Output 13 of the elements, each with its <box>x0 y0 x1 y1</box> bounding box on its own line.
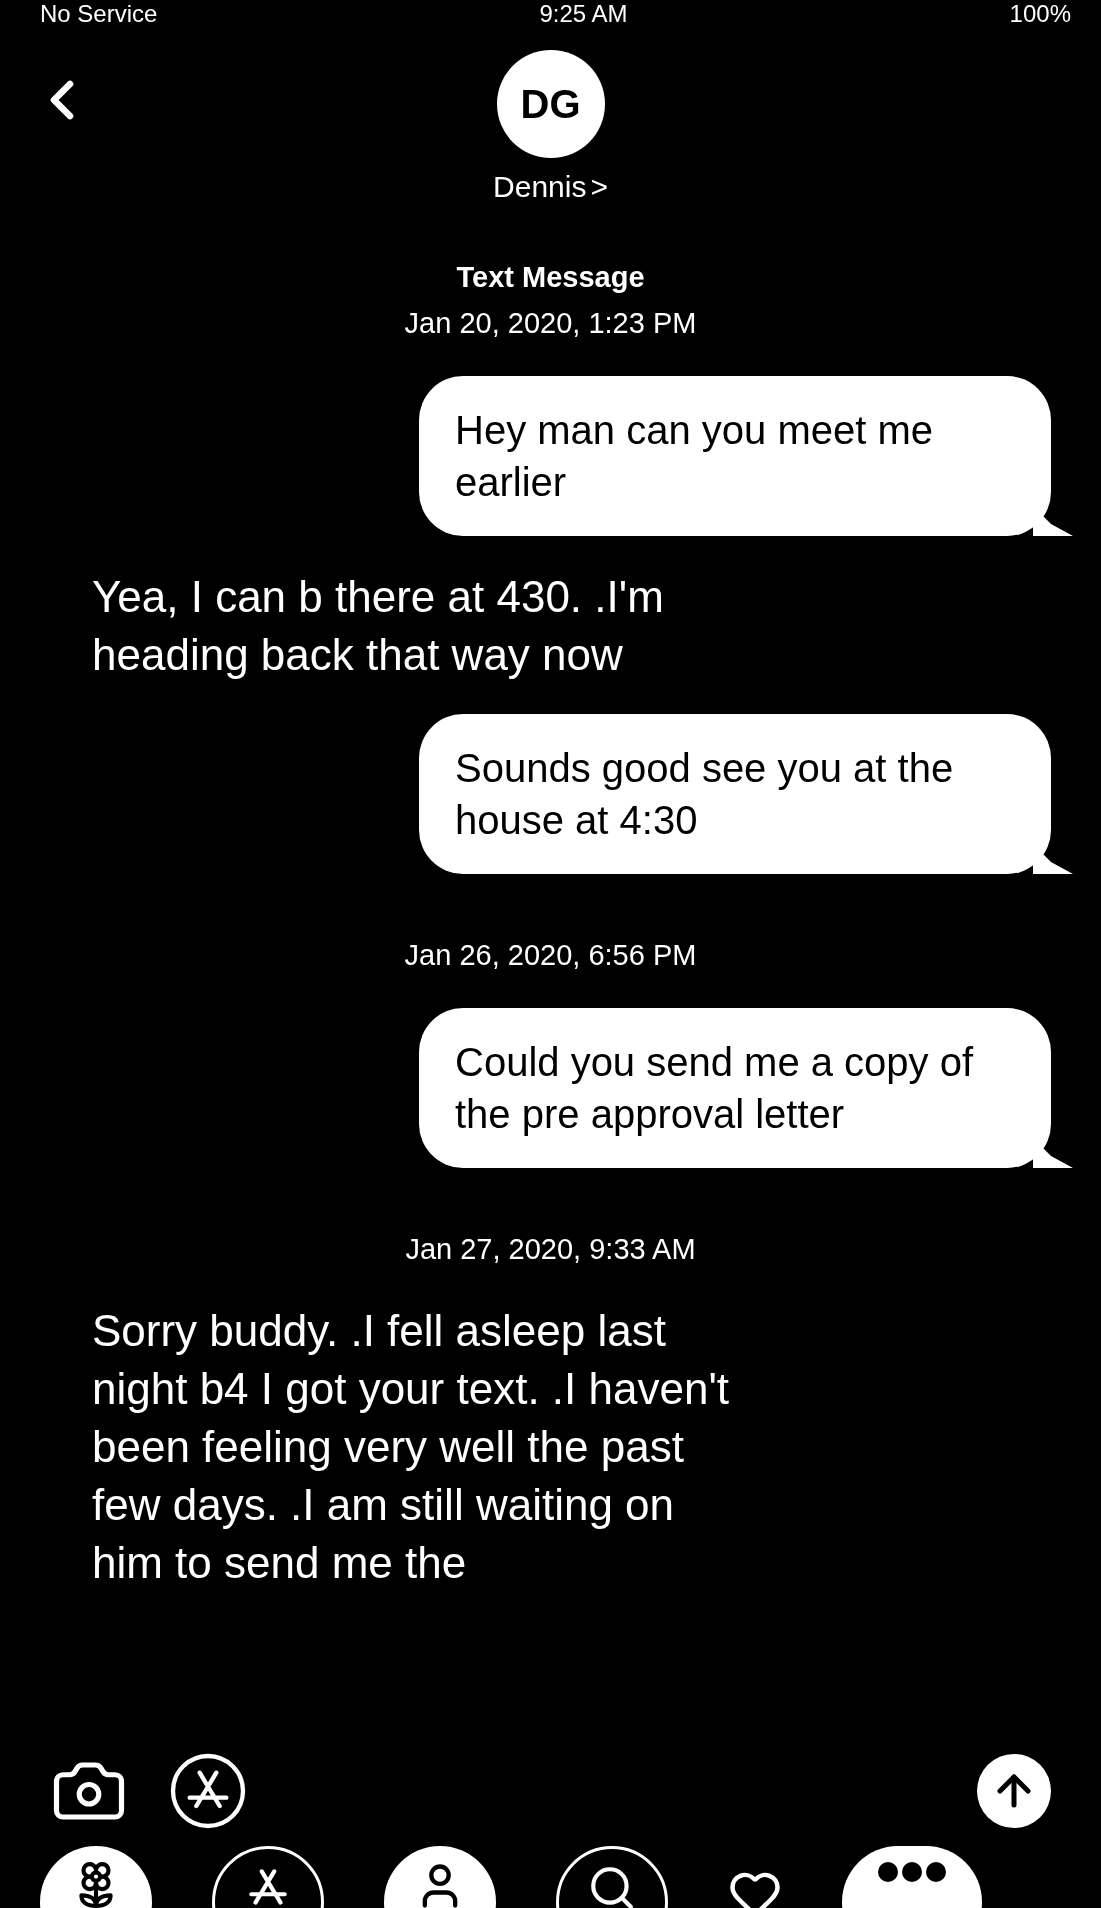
timestamp: Jan 27, 2020, 9:33 AM <box>405 1232 696 1267</box>
carrier-label: No Service <box>40 0 158 28</box>
app-store-button[interactable] <box>168 1751 248 1831</box>
chevron: > <box>590 170 608 204</box>
timestamp: Jan 26, 2020, 6:56 PM <box>404 938 697 973</box>
battery-percent: 100% <box>1009 0 1071 28</box>
received-message: Yea, I can b there at 430. .I'm heading back that way now <box>92 571 665 681</box>
received-message: Sorry buddy. .I fell asleep last night b4 I got your text. .I haven't been feeling very well the past few days. .I am still waiting on him to send me the <box>92 1305 730 1589</box>
message-type-label: Text Message <box>456 260 645 295</box>
clock: 9:25 AM <box>539 0 628 28</box>
timestamp: Jan 20, 2020, 1:23 PM <box>404 306 697 341</box>
contact-name[interactable]: Dennis <box>493 170 587 204</box>
contact-avatar[interactable]: DG <box>496 50 605 158</box>
